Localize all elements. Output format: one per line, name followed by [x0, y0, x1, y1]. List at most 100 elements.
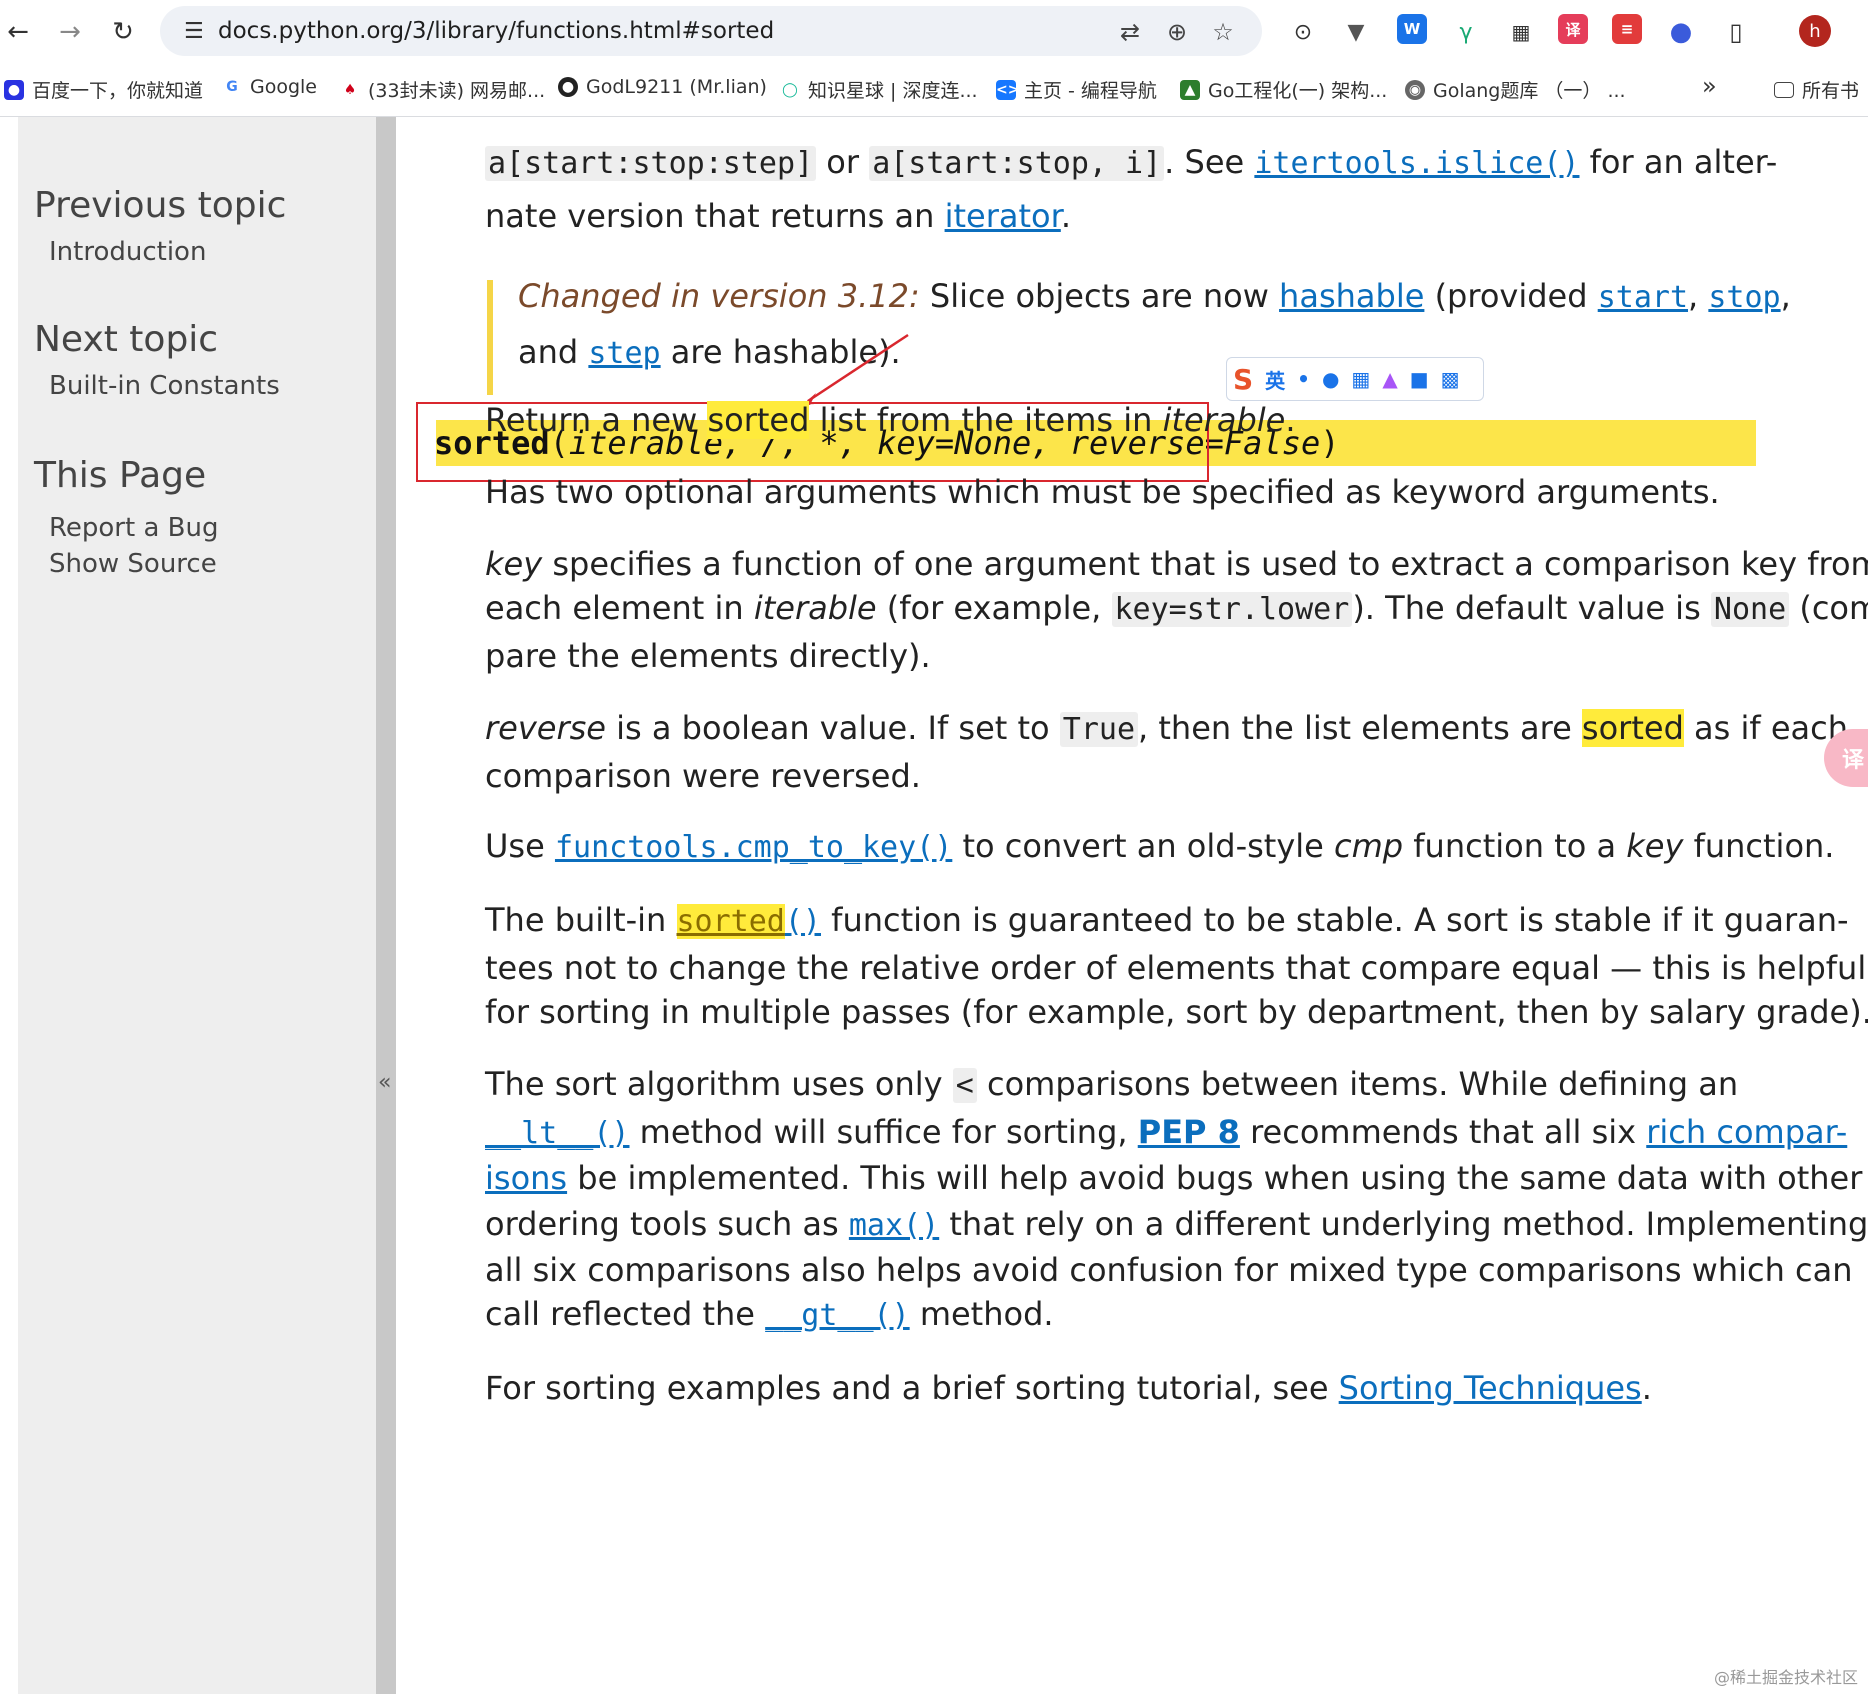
sorted-link-highlight[interactable]: sorted	[676, 904, 785, 939]
start-link[interactable]: start	[1598, 280, 1688, 315]
max-link[interactable]: max()	[849, 1208, 939, 1243]
step-link[interactable]: step	[588, 336, 660, 371]
versionchanged-label: Changed in version 3.12:	[518, 277, 920, 315]
bookmark-item[interactable]: G Google	[222, 76, 317, 98]
toolbox-icon[interactable]: ▩	[1441, 367, 1460, 391]
text: ). The default value is	[1352, 589, 1711, 627]
code-inline: True	[1059, 712, 1139, 747]
text: call reflected the	[485, 1295, 766, 1333]
bookmark-item[interactable]: ◯ 知识星球 | 深度连...	[780, 76, 978, 103]
extension-vue-icon[interactable]: ▼	[1338, 14, 1374, 50]
all-bookmarks-button[interactable]: 所有书	[1774, 76, 1859, 103]
paragraph-stable-line-2: tees not to change the relative order of…	[485, 949, 1867, 987]
code-inline: a[start:stop:step]	[485, 146, 817, 181]
text: ,	[1688, 277, 1709, 315]
text: , then the list elements are	[1138, 709, 1582, 747]
paragraph-sorting-howto: For sorting examples and a brief sorting…	[485, 1369, 1652, 1407]
bookmark-item[interactable]: ♠ (33封未读) 网易邮...	[340, 76, 545, 103]
microphone-icon[interactable]: ●	[1322, 367, 1339, 391]
reload-icon[interactable]: ↻	[105, 14, 141, 50]
bookmark-item[interactable]: ● GodL9211 (Mr.lian)	[558, 76, 767, 98]
sorted-link-paren[interactable]: ()	[785, 904, 821, 939]
iterator-link[interactable]: iterator	[945, 197, 1061, 235]
bookmark-label: 所有书	[1802, 80, 1860, 102]
globe-icon: ◉	[1405, 79, 1425, 100]
watermark: @稀土掘金技术社区	[1713, 1668, 1858, 1687]
zoom-icon[interactable]: ⊕	[1162, 17, 1192, 47]
sogou-logo-icon: S	[1233, 362, 1254, 396]
text: Use	[485, 827, 555, 865]
google-icon: G	[222, 77, 242, 97]
url-text[interactable]: docs.python.org/3/library/functions.html…	[218, 18, 774, 44]
keyboard-icon[interactable]: ▦	[1351, 367, 1370, 391]
docs-sidebar: Previous topic Introduction Next topic B…	[18, 117, 376, 1694]
report-bug-link[interactable]: Report a Bug	[49, 513, 218, 543]
rich-comparisons-link[interactable]: isons	[485, 1159, 567, 1197]
sorting-techniques-link[interactable]: Sorting Techniques	[1339, 1369, 1642, 1407]
stop-link[interactable]: stop	[1708, 280, 1780, 315]
extension-leaf-icon[interactable]: γ	[1448, 14, 1484, 50]
bookmark-item[interactable]: ▲ Go工程化(一) 架构...	[1180, 76, 1387, 103]
text: for an alter-	[1579, 143, 1778, 181]
site-settings-icon[interactable]: ☰	[184, 19, 204, 44]
extension-notes-icon[interactable]: ≡	[1612, 14, 1642, 44]
bookmark-item[interactable]: <> 主页 - 编程导航	[996, 76, 1157, 103]
rich-comparisons-link[interactable]: rich compar-	[1646, 1113, 1847, 1151]
text: (for example,	[876, 589, 1112, 627]
text: method.	[909, 1295, 1054, 1333]
extension-brackets-icon[interactable]: ⊙	[1285, 14, 1321, 50]
skin-icon[interactable]: ▲	[1382, 367, 1397, 391]
text: iterable	[1162, 401, 1286, 439]
text: recommends that all six	[1239, 1113, 1647, 1151]
text: key	[485, 545, 543, 583]
text: as if each	[1683, 709, 1848, 747]
game-icon[interactable]: ■	[1410, 367, 1429, 391]
translate-fab[interactable]: 译	[1824, 729, 1868, 787]
paragraph-stable-line-1: The built-in sorted() function is guaran…	[485, 901, 1849, 939]
address-bar[interactable]: ☰ docs.python.org/3/library/functions.ht…	[160, 6, 1262, 56]
gt-link[interactable]: __gt__()	[765, 1298, 910, 1333]
forward-arrow-icon[interactable]: →	[52, 14, 88, 50]
profile-avatar[interactable]: h	[1799, 15, 1831, 47]
hashable-link[interactable]: hashable	[1279, 277, 1424, 315]
islice-link[interactable]: itertools.islice()	[1254, 146, 1579, 181]
sidebar-collapse-bar[interactable]: «	[376, 117, 396, 1694]
extensions-puzzle-icon[interactable]: ▯	[1718, 14, 1754, 50]
paragraph-key-line-3: pare the elements directly).	[485, 637, 931, 675]
back-arrow-icon[interactable]: ←	[0, 14, 36, 50]
cmp-to-key-link[interactable]: functools.cmp_to_key()	[555, 830, 952, 865]
pep8-link[interactable]: PEP 8	[1138, 1113, 1240, 1151]
bookmarks-bar: ● 百度一下，你就知道 G Google ♠ (33封未读) 网易邮... ● GodL…	[0, 64, 1868, 117]
go-icon: ▲	[1180, 79, 1200, 100]
show-source-link[interactable]: Show Source	[49, 549, 217, 579]
slice-paragraph-line-1: a[start:stop:step] or a[start:stop, i]. …	[485, 143, 1777, 181]
text: key	[1626, 827, 1684, 865]
punctuation-icon[interactable]: •	[1297, 367, 1310, 391]
lt-link[interactable]: __lt__()	[485, 1116, 630, 1151]
bookmark-item[interactable]: ● 百度一下，你就知道	[4, 76, 203, 103]
text: ordering tools such as	[485, 1205, 849, 1243]
code-inline: None	[1710, 592, 1790, 627]
bookmarks-overflow-button[interactable]: »	[1702, 72, 1717, 100]
paragraph-reverse-line-2: comparison were reversed.	[485, 757, 921, 795]
paragraph-return: Return a new sorted list from the items …	[485, 401, 1296, 439]
ime-language-toggle[interactable]: 英	[1265, 365, 1285, 394]
extension-w-icon[interactable]: W	[1397, 14, 1427, 44]
extension-globe-icon[interactable]: ●	[1663, 14, 1699, 50]
ime-toolbar[interactable]: S 英 • ● ▦ ▲ ■ ▩	[1226, 357, 1484, 401]
next-topic-link[interactable]: Built-in Constants	[49, 371, 280, 401]
paragraph-cmp-to-key: Use functools.cmp_to_key() to convert an…	[485, 827, 1834, 865]
text: each element in	[485, 589, 754, 627]
code-inline: a[start:stop, i]	[869, 146, 1165, 181]
text: and	[518, 333, 589, 371]
text: cmp	[1334, 827, 1404, 865]
previous-topic-link[interactable]: Introduction	[49, 237, 206, 267]
extension-qr-icon[interactable]: ▦	[1503, 14, 1539, 50]
paragraph-optional-args: Has two optional arguments which must be…	[485, 473, 1720, 511]
bookmark-star-icon[interactable]: ☆	[1208, 17, 1238, 47]
bookmark-label: Google	[250, 76, 318, 98]
translate-icon[interactable]: ⇄	[1115, 17, 1145, 47]
collapse-icon[interactable]: «	[378, 1070, 391, 1095]
extension-translate-icon[interactable]: 译	[1558, 14, 1588, 44]
bookmark-item[interactable]: ◉ Golang题库 （一） ...	[1405, 76, 1626, 103]
